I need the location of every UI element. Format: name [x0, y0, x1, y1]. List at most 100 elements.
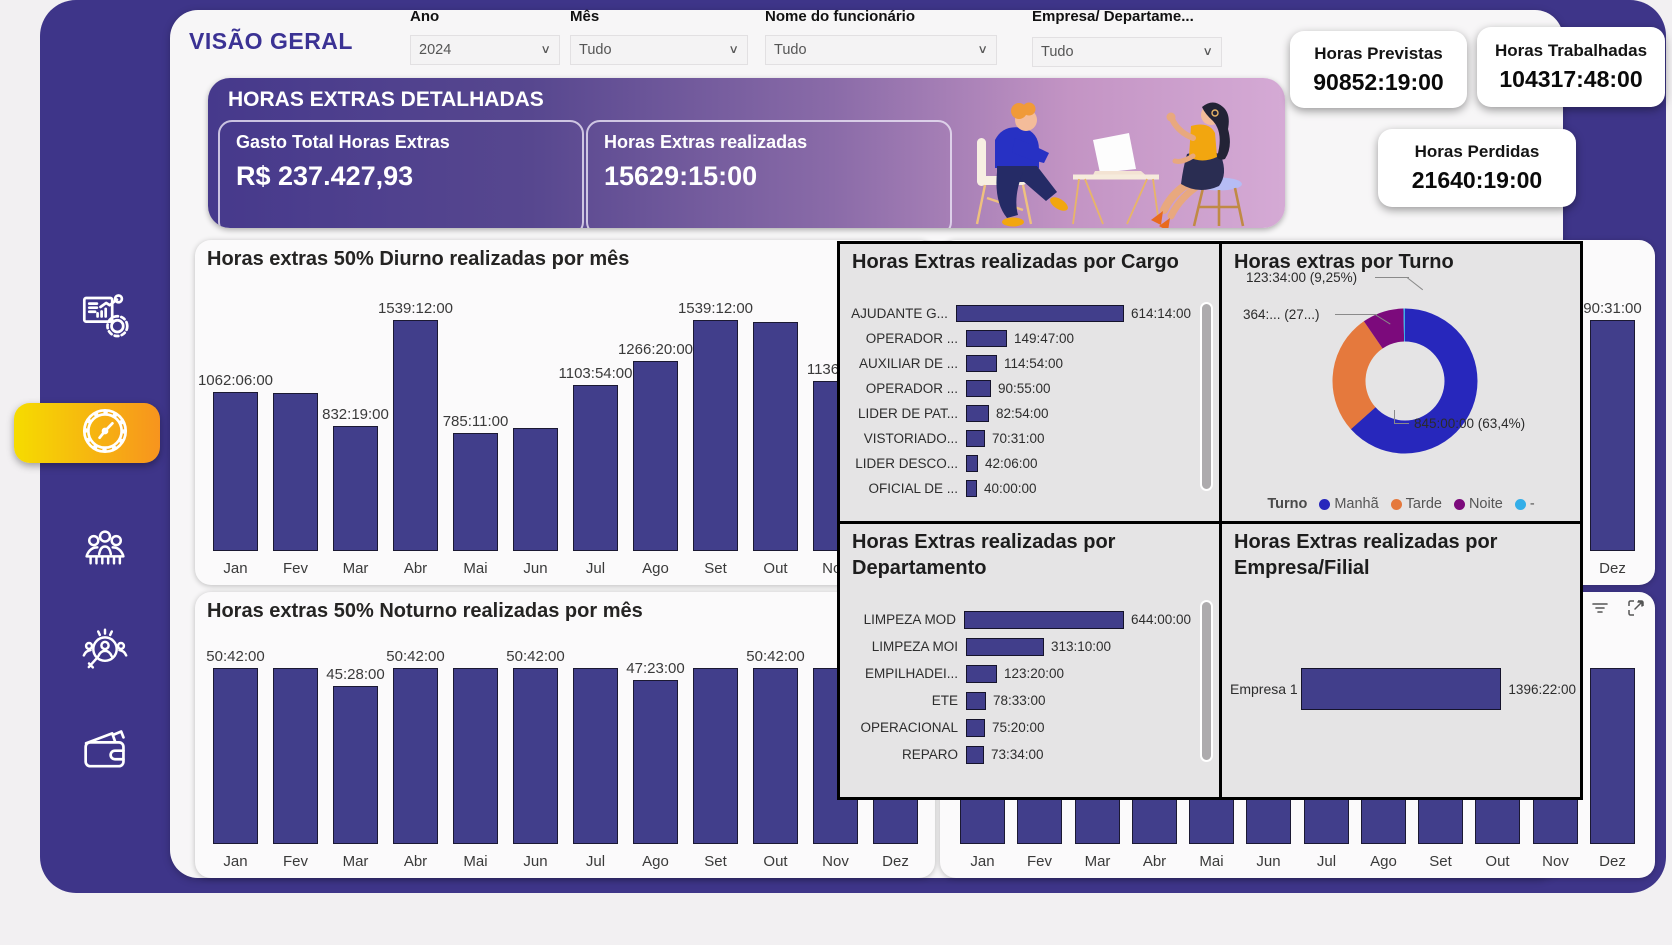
departamento-scrollbar[interactable]	[1200, 600, 1213, 762]
axis-label: Fev	[266, 853, 326, 870]
stat-label: Horas Extras realizadas	[604, 132, 934, 153]
panel-cargo[interactable]: Horas Extras realizadas por Cargo AJUDAN…	[837, 241, 1222, 524]
axis-label: Abr	[386, 853, 446, 870]
filter-lines-icon[interactable]	[1587, 596, 1613, 620]
bar-Jul[interactable]	[573, 385, 618, 551]
filter-mes-dropdown[interactable]: Tudo∨	[570, 35, 748, 65]
row-LIMPEZA MOD: LIMPEZA MOD644:00:00	[848, 606, 1191, 633]
axis-label: Jul	[566, 560, 626, 577]
bar-Mai[interactable]	[453, 433, 498, 551]
filter-ano-label: Ano	[410, 8, 560, 25]
bar-REPARO[interactable]	[966, 746, 984, 764]
bar-OPERADOR ...[interactable]	[966, 330, 1007, 347]
bar-data-label: 75:20:00	[992, 720, 1045, 735]
chart-title-noturno: Horas extras 50% Noturno realizadas por …	[207, 600, 643, 623]
bar-Set[interactable]	[693, 668, 738, 844]
panel-title-departamento: Horas Extras realizadas por Departamento	[840, 524, 1194, 581]
sidebar-item-overview[interactable]	[77, 290, 133, 346]
row-EMPILHADEI...: EMPILHADEI...123:20:00	[848, 660, 1191, 687]
bar-Set[interactable]	[693, 320, 738, 551]
row-LIDER DESCO...: LIDER DESCO...42:06:00	[848, 451, 1191, 476]
sidebar-item-team[interactable]	[77, 520, 133, 576]
bar-AJUDANTE G...[interactable]	[956, 305, 1124, 322]
category-label: AJUDANTE G...	[848, 306, 956, 321]
chevron-down-icon: ∨	[540, 44, 551, 57]
cargo-scrollbar[interactable]	[1200, 302, 1213, 491]
axis-label: Mar	[326, 853, 386, 870]
axis-label: Set	[1411, 853, 1471, 870]
legend-item--[interactable]: -	[1515, 496, 1535, 512]
donut-callout-tarde: 364:... (27...)	[1243, 307, 1320, 322]
sidebar-item-hours[interactable]	[77, 405, 133, 461]
bar-data-label: 90:55:00	[998, 381, 1051, 396]
bar-Ago[interactable]	[633, 680, 678, 844]
bar-Jul[interactable]	[573, 668, 618, 844]
bar-Fev[interactable]	[273, 668, 318, 844]
legend-dot	[1319, 499, 1330, 510]
sidebar-item-person-search[interactable]	[77, 624, 133, 680]
bar-OFICIAL DE ...[interactable]	[966, 480, 977, 497]
bar-OPERACIONAL[interactable]	[966, 719, 985, 737]
legend-item-Manhã[interactable]: Manhã	[1319, 496, 1378, 512]
bar-Jun[interactable]	[513, 428, 558, 551]
panel-title-cargo: Horas Extras realizadas por Cargo	[840, 244, 1219, 275]
category-label: LIMPEZA MOI	[848, 639, 966, 654]
focus-mode-icon[interactable]	[1623, 596, 1649, 620]
bar-Mai[interactable]	[453, 668, 498, 844]
bar-OPERADOR ...[interactable]	[966, 380, 991, 397]
panel-empresa[interactable]: Horas Extras realizadas por Empresa/Fili…	[1219, 521, 1583, 800]
axis-label: Set	[686, 560, 746, 577]
bar-LIMPEZA MOD[interactable]	[964, 611, 1124, 629]
bar-Ago[interactable]	[633, 361, 678, 551]
filter-mes-label: Mês	[570, 8, 748, 25]
bar-VISTORIADO...[interactable]	[966, 430, 985, 447]
bar-data-label: 50:42:00	[476, 648, 596, 665]
bar-Mar[interactable]	[333, 686, 378, 844]
bar-LIMPEZA MOI[interactable]	[966, 638, 1044, 656]
bar-Jan[interactable]	[213, 392, 258, 551]
chart-title-diurno: Horas extras 50% Diurno realizadas por m…	[207, 248, 629, 271]
bar-data-label: 70:31:00	[992, 431, 1045, 446]
row-OPERADOR ...: OPERADOR ...149:47:00	[848, 326, 1191, 351]
row-OPERADOR ...: OPERADOR ...90:55:00	[848, 376, 1191, 401]
axis-label: Mai	[1182, 853, 1242, 870]
bar-Dez[interactable]	[1590, 320, 1635, 551]
legend-item-Tarde[interactable]: Tarde	[1391, 496, 1442, 512]
bar-Out[interactable]	[753, 322, 798, 551]
bar-data-label: 50:42:00	[356, 648, 476, 665]
row-Empresa 1: Empresa 11396:22:00	[1230, 662, 1576, 716]
panel-departamento[interactable]: Horas Extras realizadas por Departamento…	[837, 521, 1222, 800]
filter-funcionario-dropdown[interactable]: Tudo∨	[765, 35, 997, 65]
bar-AUXILIAR DE ...[interactable]	[966, 355, 997, 372]
legend-item-Noite[interactable]: Noite	[1454, 496, 1503, 512]
bar-LIDER DESCO...[interactable]	[966, 455, 978, 472]
legend-label: Manhã	[1334, 496, 1378, 512]
stat-label: Gasto Total Horas Extras	[236, 132, 566, 153]
kpi-label: Horas Trabalhadas	[1495, 41, 1647, 61]
people-meeting-illustration	[925, 78, 1285, 228]
row-LIDER DE PAT...: LIDER DE PAT...82:54:00	[848, 401, 1191, 426]
bar-Mar[interactable]	[333, 426, 378, 551]
bar-Empresa 1[interactable]	[1301, 668, 1501, 710]
bar-data-label: 42:06:00	[985, 456, 1038, 471]
bar-Dez[interactable]	[1590, 668, 1635, 844]
bar-Out[interactable]	[753, 668, 798, 844]
panel-turno[interactable]: Horas extras por Turno 123:34:00 (9,25%)…	[1219, 241, 1583, 524]
bar-ETE[interactable]	[966, 692, 986, 710]
filter-empresa-dropdown[interactable]: Tudo∨	[1032, 37, 1222, 67]
stat-gasto-total: Gasto Total Horas Extras R$ 237.427,93	[218, 120, 584, 228]
bar-Jun[interactable]	[513, 668, 558, 844]
stat-value: 15629:15:00	[604, 161, 934, 192]
turno-donut	[1320, 296, 1490, 471]
bar-LIDER DE PAT...[interactable]	[966, 405, 989, 422]
category-label: Empresa 1	[1230, 681, 1301, 697]
filter-ano-dropdown[interactable]: 2024∨	[410, 35, 560, 65]
bar-Jan[interactable]	[213, 668, 258, 844]
bar-Abr[interactable]	[393, 668, 438, 844]
bar-EMPILHADEI...[interactable]	[966, 665, 997, 683]
axis-label: Mai	[446, 560, 506, 577]
bar-Abr[interactable]	[393, 320, 438, 551]
sidebar-item-wallet[interactable]	[77, 724, 133, 780]
departamento-plot: LIMPEZA MOD644:00:00LIMPEZA MOI313:10:00…	[848, 606, 1191, 789]
axis-label: Jan	[206, 560, 266, 577]
